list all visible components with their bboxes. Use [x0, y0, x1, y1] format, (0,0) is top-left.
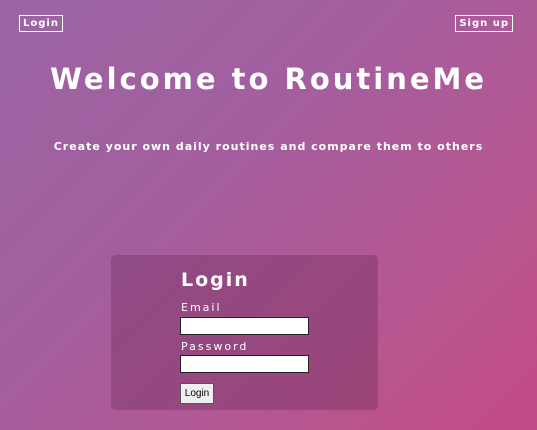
password-label: Password — [181, 340, 249, 353]
login-submit-button[interactable]: Login — [180, 383, 214, 404]
password-field[interactable] — [180, 355, 309, 373]
email-field[interactable] — [180, 317, 309, 335]
login-heading: Login — [181, 269, 250, 291]
login-form: Login Email Password Login — [111, 255, 378, 410]
nav-login-link[interactable]: Login — [19, 15, 63, 32]
page-subtitle: Create your own daily routines and compa… — [53, 140, 484, 153]
email-label: Email — [181, 301, 222, 314]
nav-signup-link[interactable]: Sign up — [455, 15, 513, 32]
page-title: Welcome to RoutineMe — [49, 62, 488, 96]
